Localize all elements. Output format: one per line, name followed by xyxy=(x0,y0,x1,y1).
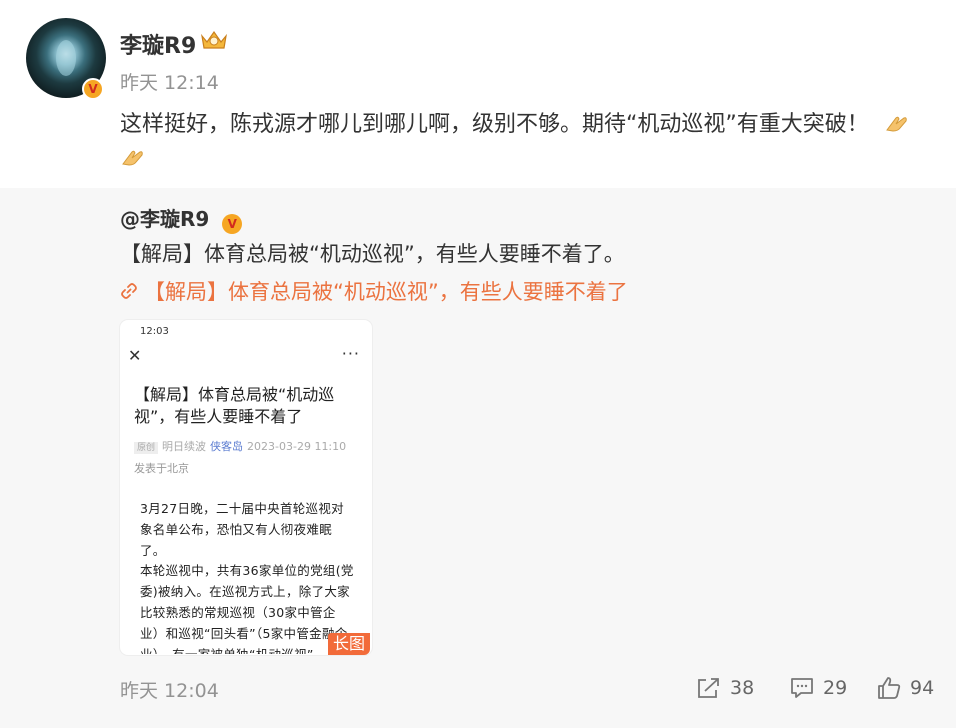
long-image-label: 长图 xyxy=(328,633,371,655)
folded-hands-icon xyxy=(122,150,143,166)
article-location: 发表于北京 xyxy=(134,462,189,475)
like-icon xyxy=(878,677,901,699)
article-author: 明日续波 xyxy=(162,440,207,453)
post-text-content: 这样挺好，陈戎源才哪儿到哪儿啊，级别不够。期待“机动巡视”有重大突破！ xyxy=(120,112,869,137)
close-icon: ✕ xyxy=(128,346,142,365)
crown-icon[interactable] xyxy=(199,28,229,52)
verified-icon: V xyxy=(222,214,243,234)
post-username[interactable]: 李璇R9 xyxy=(120,28,196,60)
link-icon xyxy=(121,283,137,299)
repost-time[interactable]: 昨天 12:04 xyxy=(120,676,219,703)
article-date: 2023-03-29 11:10 xyxy=(247,440,347,453)
comment-icon xyxy=(791,678,813,698)
article-link-text[interactable]: 【解局】体育总局被“机动巡视”，有些人要睡不着了 xyxy=(144,276,628,306)
share-button[interactable]: 38 xyxy=(696,676,754,700)
share-count: 38 xyxy=(730,677,755,699)
repost-text: 【解局】体育总局被“机动巡视”，有些人要睡不着了。 xyxy=(120,242,625,266)
comment-button[interactable]: 29 xyxy=(789,676,847,700)
long-image-thumbnail[interactable]: 12:03 ✕ ··· 【解局】体育总局被“机动巡视”，有些人要睡不着了 原创明… xyxy=(120,320,372,655)
share-icon xyxy=(698,678,719,698)
article-link[interactable]: 【解局】体育总局被“机动巡视”，有些人要睡不着了 xyxy=(120,276,628,306)
post-time[interactable]: 昨天 12:14 xyxy=(120,68,219,95)
article-source: 侠客岛 xyxy=(210,440,244,453)
like-button[interactable]: 94 xyxy=(876,676,934,700)
article-paragraph: 本轮巡视中，共有36家单位的党组(党委)被纳入。在巡视方式上，除了大家比较熟悉的… xyxy=(140,563,354,654)
folded-hands-icon xyxy=(885,116,907,132)
original-tag: 原创 xyxy=(134,442,159,454)
comment-count: 29 xyxy=(823,677,848,699)
post-header: V 李璇R9 昨天 12:14 这样挺好，陈戎源才哪儿到哪儿啊，级别不够。期待“… xyxy=(0,0,956,188)
article-title: 【解局】体育总局被“机动巡视”，有些人要睡不着了 xyxy=(134,385,335,426)
repost-username-text[interactable]: @李璇R9 xyxy=(120,207,209,231)
more-icon: ··· xyxy=(341,344,360,363)
verified-icon: V xyxy=(82,78,104,100)
phone-status-time: 12:03 xyxy=(140,326,169,337)
post-text: 这样挺好，陈戎源才哪儿到哪儿啊，级别不够。期待“机动巡视”有重大突破！ xyxy=(120,108,920,176)
article-paragraph: 3月27日晚，二十届中央首轮巡视对象名单公布，恐怕又有人彻夜难眠了。 xyxy=(140,501,344,558)
article-meta: 原创 明日续波 侠客岛 2023-03-29 11:10 xyxy=(134,438,346,454)
like-count: 94 xyxy=(910,677,935,699)
repost-username[interactable]: @李璇R9 V xyxy=(120,203,243,234)
